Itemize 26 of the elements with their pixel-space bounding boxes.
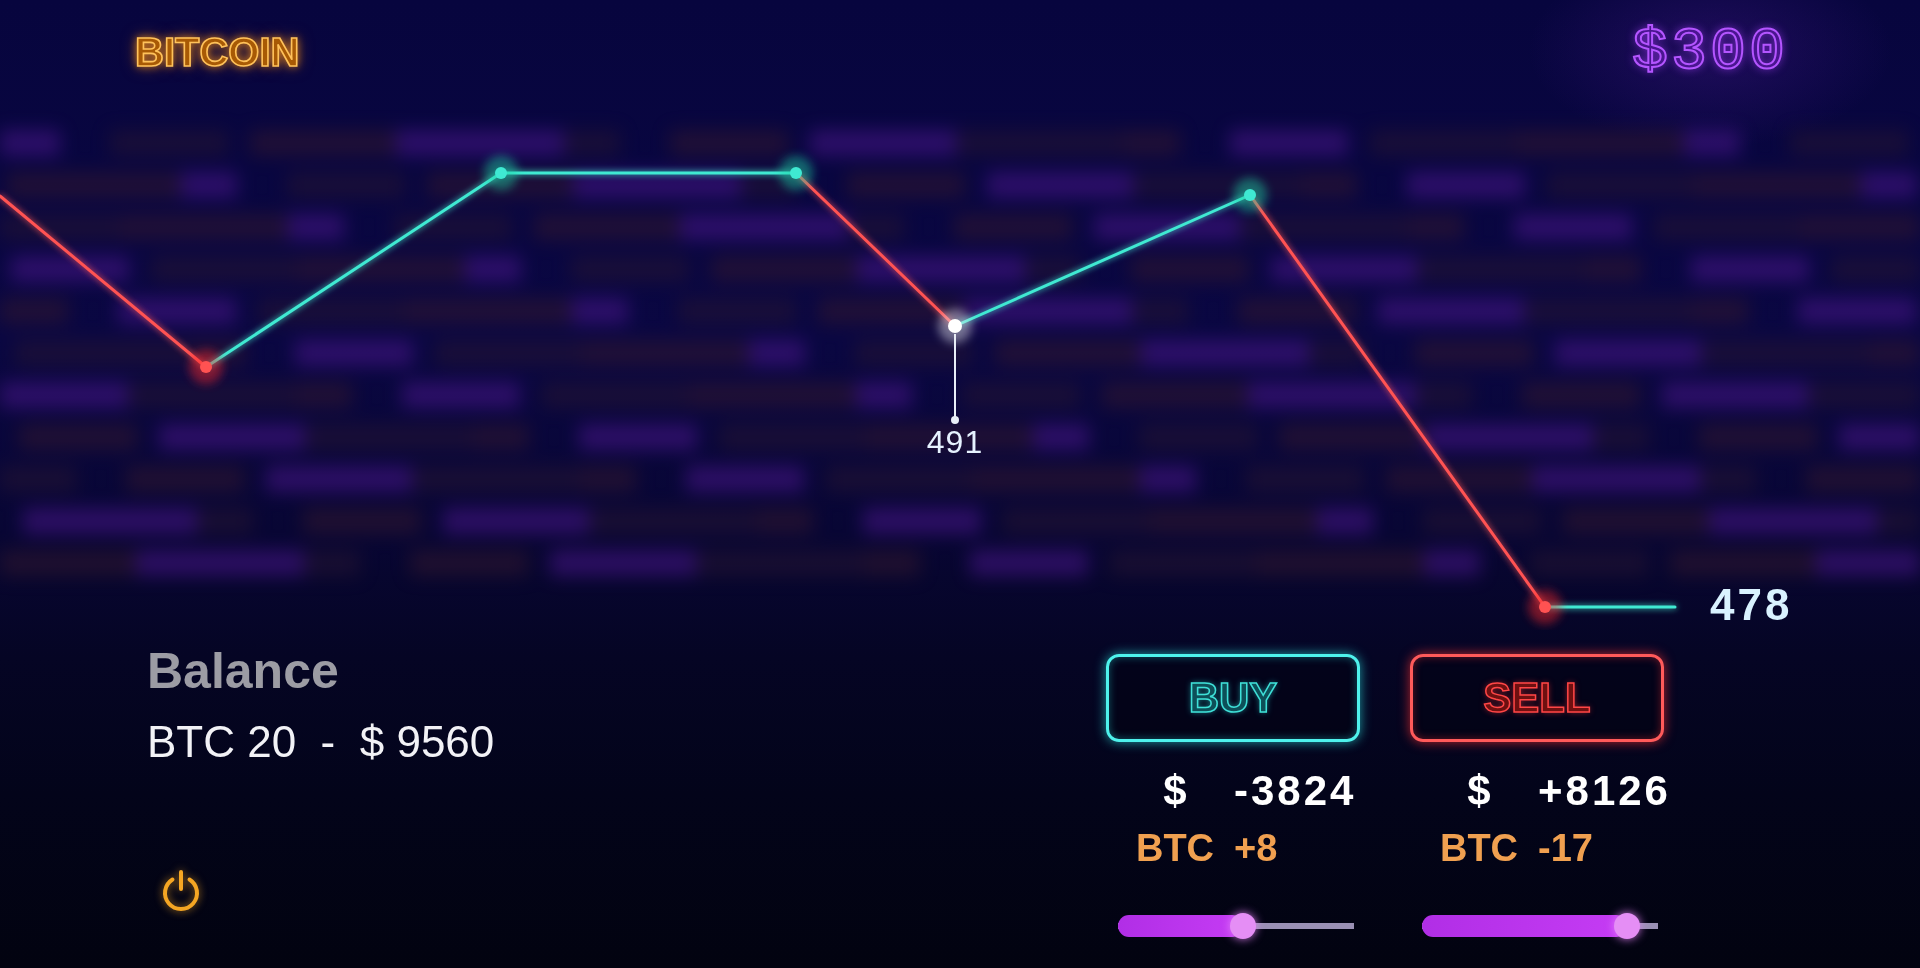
sell-button[interactable]: SELL — [1410, 654, 1664, 742]
balance-value: BTC 20 - $ 9560 — [147, 716, 495, 768]
buy-button[interactable]: BUY — [1106, 654, 1360, 742]
price-point — [189, 350, 223, 384]
amount-slider-track[interactable] — [1422, 913, 1658, 939]
balance-title: Balance — [147, 642, 339, 701]
currency-label: $ — [1467, 766, 1491, 816]
amount-slider-track[interactable] — [1118, 913, 1354, 939]
bitcoin-logo-text: BITCOIN — [135, 32, 300, 72]
price-point — [779, 156, 813, 190]
btc-amount: +8 — [1234, 826, 1279, 871]
highlight-value-label: 491 — [926, 424, 984, 460]
usd-amount: +8126 — [1538, 766, 1671, 816]
price-point — [484, 156, 518, 190]
price-point — [1233, 178, 1267, 212]
btc-amount: -17 — [1538, 826, 1594, 871]
btc-label: BTC — [1439, 826, 1519, 871]
price-text: $300 — [1631, 22, 1788, 82]
usd-amount: -3824 — [1234, 766, 1358, 816]
price-point — [1528, 590, 1562, 624]
slider-thumb[interactable] — [1230, 913, 1257, 939]
highlighted-price-point — [938, 309, 972, 343]
slider-thumb[interactable] — [1614, 913, 1641, 939]
btc-label: BTC — [1135, 826, 1215, 871]
currency-label: $ — [1163, 766, 1187, 816]
current-value-label: 478 — [1710, 580, 1793, 629]
